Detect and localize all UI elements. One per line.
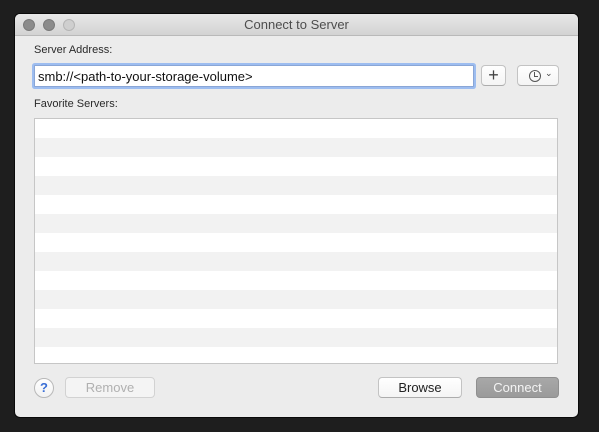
- favorite-servers-label: Favorite Servers:: [34, 98, 118, 110]
- server-address-input[interactable]: [34, 65, 474, 87]
- favorite-servers-list[interactable]: [34, 118, 558, 364]
- add-favorite-button[interactable]: +: [481, 65, 506, 86]
- help-button[interactable]: ?: [34, 378, 54, 398]
- remove-button[interactable]: Remove: [65, 377, 155, 398]
- recent-servers-button[interactable]: ⌄: [517, 65, 559, 86]
- window-title: Connect to Server: [244, 17, 349, 32]
- browse-button[interactable]: Browse: [378, 377, 462, 398]
- connect-to-server-window: Connect to Server Server Address: + ⌄ Fa…: [15, 14, 578, 417]
- chevron-down-icon: ⌄: [545, 68, 553, 78]
- clock-icon: [529, 70, 541, 82]
- server-address-label: Server Address:: [34, 44, 113, 56]
- connect-button[interactable]: Connect: [476, 377, 559, 398]
- title-bar[interactable]: Connect to Server: [15, 14, 578, 36]
